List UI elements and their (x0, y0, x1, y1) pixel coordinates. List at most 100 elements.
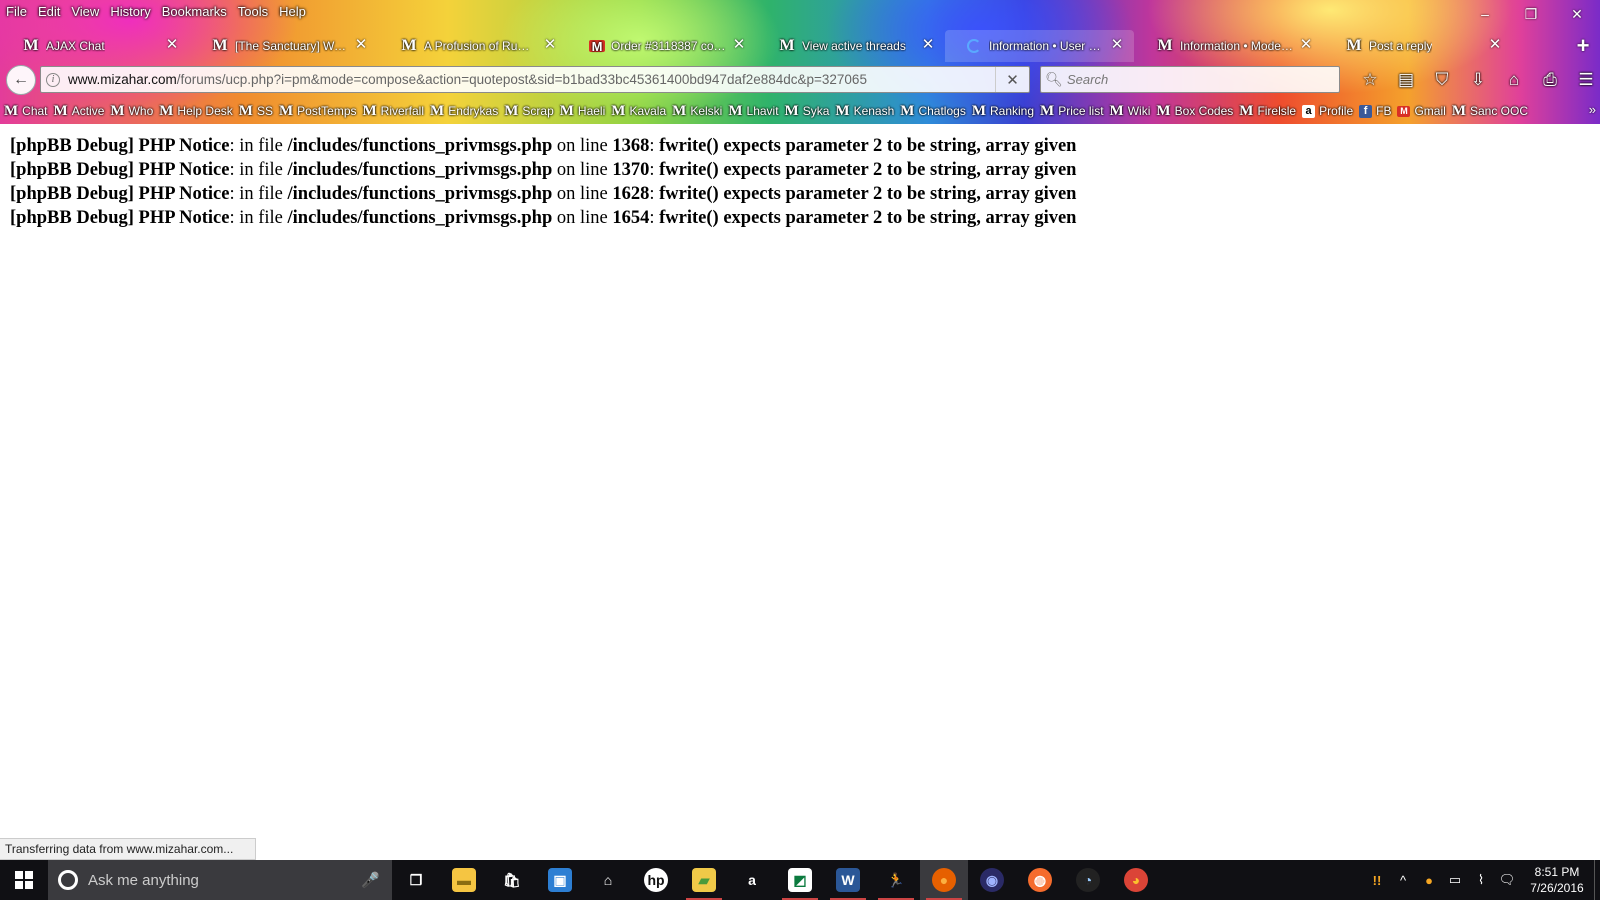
back-button[interactable]: ← (6, 65, 36, 95)
cortana-search-box[interactable]: Ask me anything 🎤 (48, 860, 392, 900)
bookmark-chatlogs[interactable]: M Chatlogs (900, 103, 966, 120)
taskbar-app-origin[interactable]: ◍ (1016, 860, 1064, 900)
microphone-icon[interactable]: 🎤 (361, 871, 380, 889)
bookmark-kelski[interactable]: M Kelski (672, 103, 722, 120)
show-hidden-icons-icon[interactable]: ^ (1391, 873, 1415, 888)
taskbar-app-runner-app[interactable]: 🏃 (872, 860, 920, 900)
bookmark-label: Lhavit (746, 104, 779, 118)
menu-history[interactable]: History (110, 4, 150, 19)
bookmark-kenash[interactable]: M Kenash (835, 103, 894, 120)
bookmark-scrap[interactable]: M Scrap (504, 103, 554, 120)
taskbar-app-chrome[interactable]: ◕ (1112, 860, 1160, 900)
bookmark-firelsle[interactable]: M Firelsle (1239, 103, 1296, 120)
show-desktop-button[interactable] (1594, 860, 1600, 900)
tab-close-icon[interactable]: ✕ (1488, 37, 1502, 52)
bookmark-who[interactable]: M Who (110, 103, 153, 120)
notifications-icon[interactable]: 🗨 (1495, 872, 1519, 888)
bookmark-price-list[interactable]: M Price list (1040, 103, 1104, 120)
site-info-icon[interactable]: i (46, 72, 60, 87)
mizahar-favicon-icon: M (971, 102, 986, 119)
bookmark-wiki[interactable]: M Wiki (1110, 103, 1151, 120)
menu-help[interactable]: Help (279, 4, 306, 19)
network-icon[interactable]: ⌇ (1469, 872, 1493, 888)
bookmark-chat[interactable]: M Chat (4, 103, 48, 120)
tab-ajax-chat[interactable]: M AJAX Chat ✕ (0, 30, 189, 62)
tab-moderator[interactable]: M Information • Moderat... ✕ (1134, 30, 1323, 62)
taskbar-app-folder[interactable]: ▰ (680, 860, 728, 900)
taskbar-app-task-view[interactable]: ❐ (392, 860, 440, 900)
bookmark-syka[interactable]: M Syka (785, 103, 830, 120)
search-bar[interactable]: 🔍︎ Search (1040, 66, 1340, 93)
tab-close-icon[interactable]: ✕ (921, 37, 935, 52)
clock[interactable]: 8:51 PM 7/26/2016 (1526, 864, 1588, 896)
tab-order[interactable]: M Order #3118387 confir... ✕ (567, 30, 756, 62)
bookmark-haeli[interactable]: M Haeli (560, 103, 606, 120)
bookmark-ss[interactable]: M SS (239, 103, 273, 120)
battery-icon[interactable]: ▭ (1443, 872, 1467, 888)
home-icon[interactable]: ⌂ (1496, 64, 1532, 96)
taskbar-app-publisher[interactable]: ◩ (776, 860, 824, 900)
start-button[interactable] (0, 860, 48, 900)
bookmark-riverfall[interactable]: M Riverfall (363, 103, 425, 120)
close-window-button[interactable]: ✕ (1554, 0, 1600, 28)
tab-label: Order #3118387 confir... (611, 39, 726, 53)
taskbar-app-home[interactable]: ⌂ (584, 860, 632, 900)
bookmark-star-icon[interactable]: ☆ (1352, 64, 1388, 96)
bookmark-help-desk[interactable]: M Help Desk (159, 103, 233, 120)
minimize-button[interactable]: – (1462, 0, 1508, 28)
tab-close-icon[interactable]: ✕ (543, 37, 557, 52)
menu-file[interactable]: File (6, 4, 27, 19)
tab-close-icon[interactable]: ✕ (1299, 37, 1313, 52)
hamburger-menu-icon[interactable]: ☰ (1568, 64, 1600, 96)
warning-icon[interactable]: !! (1365, 873, 1389, 888)
tab-close-icon[interactable]: ✕ (732, 37, 746, 52)
bookmark-profile[interactable]: a Profile (1302, 104, 1353, 118)
menu-view[interactable]: View (71, 4, 99, 19)
tab-profusion[interactable]: M A Profusion of Rum an... ✕ (378, 30, 567, 62)
bookmark-lhavit[interactable]: M Lhavit (728, 103, 778, 120)
bookmarks-overflow-icon[interactable]: » (1589, 102, 1596, 117)
taskbar-app-media-player[interactable]: ◉ (968, 860, 1016, 900)
menu-bookmarks[interactable]: Bookmarks (162, 4, 227, 19)
bookmark-fb[interactable]: f FB (1359, 104, 1391, 118)
taskbar-app-firefox[interactable]: ● (920, 860, 968, 900)
tab-close-icon[interactable]: ✕ (354, 37, 368, 52)
restore-button[interactable]: ❐ (1508, 0, 1554, 28)
taskbar-app-file-explorer[interactable]: ▬ (440, 860, 488, 900)
mizahar-favicon-icon: M (4, 102, 19, 119)
taskbar-app-word[interactable]: W (824, 860, 872, 900)
downloads-icon[interactable]: ⇩ (1460, 64, 1496, 96)
bookmark-box-codes[interactable]: M Box Codes (1156, 103, 1233, 120)
menu-edit[interactable]: Edit (38, 4, 60, 19)
tab-active-threads[interactable]: M View active threads ✕ (756, 30, 945, 62)
tab-sanctuary[interactable]: M [The Sanctuary] Warh... ✕ (189, 30, 378, 62)
tab-post-reply[interactable]: M Post a reply ✕ (1323, 30, 1512, 62)
new-tab-button[interactable]: + (1566, 30, 1600, 62)
tab-close-icon[interactable]: ✕ (165, 37, 179, 52)
taskbar-app-store[interactable]: 🛍 (488, 860, 536, 900)
pocket-icon[interactable]: ⛉ (1424, 64, 1460, 96)
stop-loading-icon[interactable]: ✕ (995, 67, 1029, 92)
bookmark-gmail[interactable]: M Gmail (1397, 104, 1446, 118)
bookmark-posttemps[interactable]: M PostTemps (279, 103, 357, 120)
bookmark-kavala[interactable]: M Kavala (611, 103, 666, 120)
bookmark-ranking[interactable]: M Ranking (972, 103, 1034, 120)
menu-tools[interactable]: Tools (238, 4, 268, 19)
tray-app-icon[interactable]: ● (1417, 873, 1441, 888)
notice-separator: : (649, 160, 660, 180)
taskbar-app-hp[interactable]: hp (632, 860, 680, 900)
hp-icon: hp (644, 868, 668, 892)
print-icon[interactable]: ⎙ (1532, 64, 1568, 96)
tab-label: AJAX Chat (46, 39, 105, 53)
taskbar-app-speedtest[interactable]: ◔ (1064, 860, 1112, 900)
taskbar-app-amazon[interactable]: a (728, 860, 776, 900)
tab-user-control-panel[interactable]: Information • User Co... ✕ (945, 30, 1134, 62)
url-bar[interactable]: i www.mizahar.com/forums/ucp.php?i=pm&mo… (40, 66, 1030, 93)
tab-close-icon[interactable]: ✕ (1110, 37, 1124, 52)
bookmark-active[interactable]: M Active (54, 103, 105, 120)
bookmark-endrykas[interactable]: M Endrykas (430, 103, 498, 120)
reading-list-icon[interactable]: ▤ (1388, 64, 1424, 96)
bookmark-sanc-ooc[interactable]: M Sanc OOC (1452, 103, 1528, 120)
mizahar-favicon-icon: M (1239, 102, 1254, 119)
taskbar-app-control-panel[interactable]: ▣ (536, 860, 584, 900)
